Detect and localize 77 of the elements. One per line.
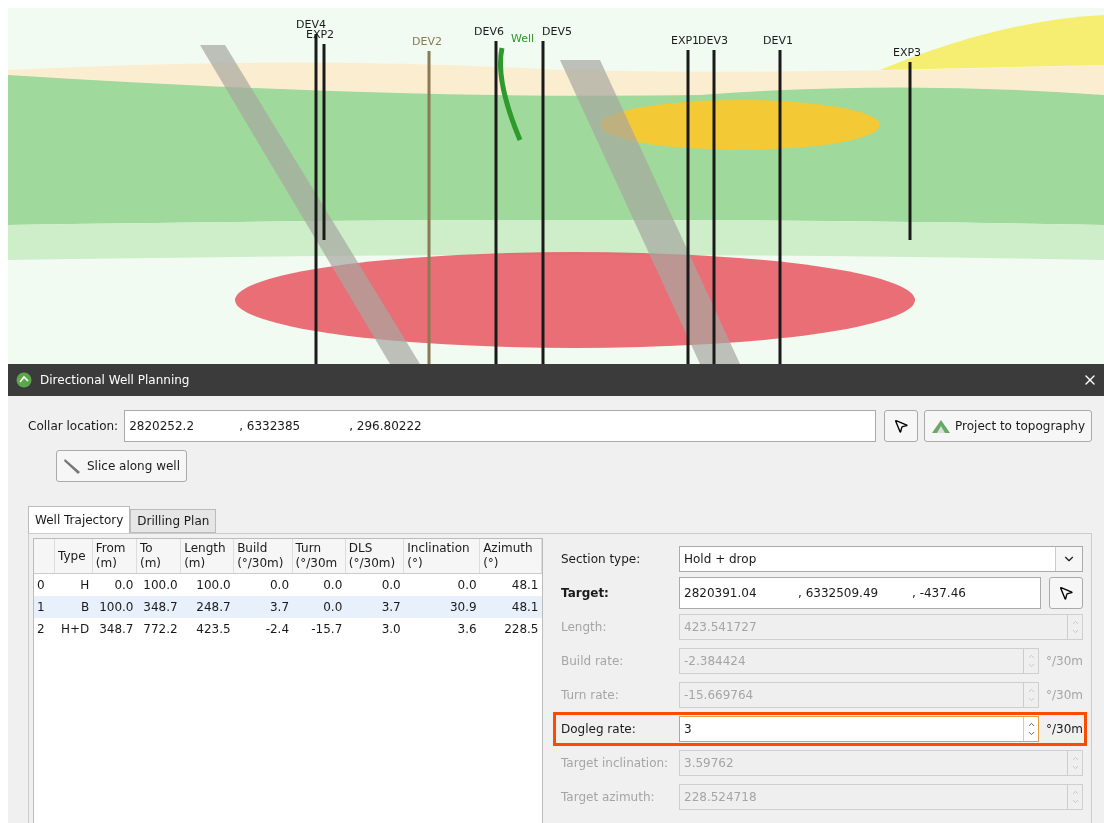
table-cell: 1 xyxy=(34,596,55,618)
table-cell: 423.5 xyxy=(180,618,234,640)
app-icon xyxy=(16,372,32,388)
table-cell: 2 xyxy=(34,618,55,640)
field-label: Target inclination: xyxy=(561,756,670,770)
table-cell: 228.5 xyxy=(479,618,542,640)
collar-label: Collar location: xyxy=(28,419,119,433)
table-cell: -2.4 xyxy=(233,618,293,640)
tab[interactable]: Well Trajectory xyxy=(28,506,131,533)
pick-button[interactable] xyxy=(884,410,919,442)
table-cell: 100.0 xyxy=(92,596,137,618)
table-cell: H+D xyxy=(54,618,93,640)
table-cell: 3.0 xyxy=(345,618,404,640)
column-header: Length (m) xyxy=(180,539,234,574)
well-label: DEV5 xyxy=(542,25,572,38)
unit-label: °/30m xyxy=(1045,722,1083,736)
table-cell: 248.7 xyxy=(180,596,234,618)
section-type-dropdown[interactable]: Hold + drop xyxy=(679,546,1083,572)
tab[interactable]: Drilling Plan xyxy=(130,509,217,533)
well-label: Well xyxy=(511,32,535,45)
field-label: Section type: xyxy=(561,552,642,566)
column-header: DLS (°/30m) xyxy=(345,539,404,574)
slice-button[interactable]: Slice along well xyxy=(56,450,187,482)
column-header: Build (°/30m) xyxy=(233,539,293,574)
table-cell: 0.0 xyxy=(292,573,346,596)
table-cell: 772.2 xyxy=(136,618,181,640)
table-cell: B xyxy=(54,596,93,618)
cursor-icon xyxy=(893,418,910,434)
field-label: Build rate: xyxy=(561,654,625,668)
table-cell: 0 xyxy=(34,573,55,596)
well-label: EXP1 xyxy=(671,34,700,47)
table-cell: 30.9 xyxy=(403,596,480,618)
column-header: Turn (°/30m xyxy=(292,539,346,574)
table-cell: 48.1 xyxy=(479,596,542,618)
field-label: Target: xyxy=(561,586,610,600)
column-header: From (m) xyxy=(92,539,137,574)
table-cell: 100.0 xyxy=(180,573,234,596)
well-label: DEV1 xyxy=(763,34,793,47)
well-label: DEV2 xyxy=(412,35,442,48)
field-label: Dogleg rate: xyxy=(561,722,637,736)
table-cell: 3.7 xyxy=(233,596,293,618)
field-label: Target azimuth: xyxy=(561,790,656,804)
table-cell: 3.6 xyxy=(403,618,480,640)
table-cell: H xyxy=(54,573,93,596)
table-cell: 0.0 xyxy=(345,573,404,596)
well-label: EXP2 xyxy=(306,28,335,41)
field-label: Length: xyxy=(561,620,608,634)
well-label: EXP3 xyxy=(893,46,922,59)
collar-field[interactable]: 2820252.2 , 6332385 , 296.80222 xyxy=(124,410,877,442)
project-button[interactable]: Project to topography xyxy=(924,410,1092,442)
table-cell: 348.7 xyxy=(92,618,137,640)
well-label: DEV3 xyxy=(698,34,728,47)
number-field[interactable]: 3 xyxy=(679,716,1039,742)
table-cell: 348.7 xyxy=(136,596,181,618)
table-cell: 0.0 xyxy=(233,573,293,596)
unit-label: °/30m xyxy=(1045,688,1083,702)
field-label: Turn rate: xyxy=(561,688,620,702)
table-cell: -15.7 xyxy=(292,618,346,640)
knife-icon xyxy=(63,457,83,475)
mountain-icon xyxy=(931,418,952,434)
column-header: Type xyxy=(54,539,93,574)
unit-label: °/30m xyxy=(1045,654,1083,668)
column-header: Inclination (°) xyxy=(403,539,480,574)
cursor-icon xyxy=(1058,585,1074,601)
table-cell: 48.1 xyxy=(479,573,542,596)
dialog-title: Directional Well Planning xyxy=(40,373,191,387)
column-header: To (m) xyxy=(136,539,181,574)
well-label: DEV4 xyxy=(296,18,326,31)
pick-button[interactable] xyxy=(1049,577,1083,609)
well-label: DEV6 xyxy=(474,25,504,38)
target-field[interactable]: 2820391.04 , 6332509.49 , -437.46 xyxy=(679,577,1041,609)
table-cell: 0.0 xyxy=(292,596,346,618)
table-cell: 100.0 xyxy=(136,573,181,596)
table-cell: 0.0 xyxy=(92,573,137,596)
table-cell: 0.0 xyxy=(403,573,480,596)
column-header: Azimuth (°) xyxy=(479,539,542,574)
table-cell: 3.7 xyxy=(345,596,404,618)
